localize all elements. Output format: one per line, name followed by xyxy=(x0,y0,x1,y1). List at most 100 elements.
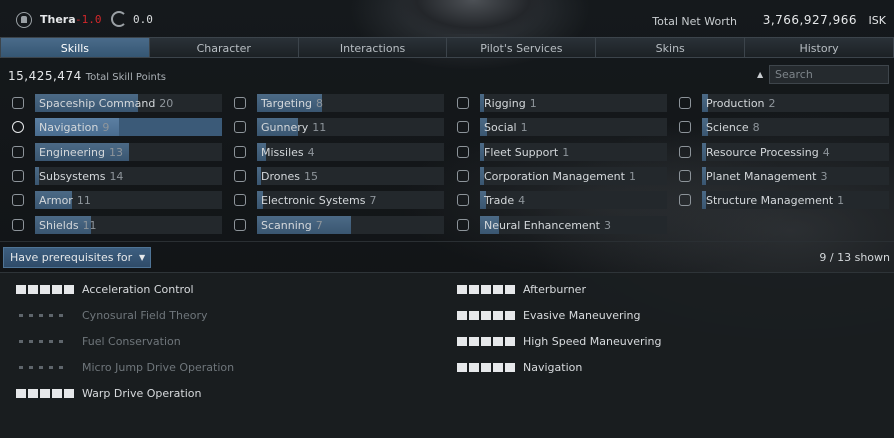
atom-icon xyxy=(10,144,26,160)
skill-level-indicator xyxy=(457,337,515,346)
drone-icon xyxy=(232,168,248,184)
skill-group-count: 3 xyxy=(603,218,611,232)
skill-group[interactable]: Structure Management 1 xyxy=(675,191,889,210)
skill-group[interactable]: Trade 4 xyxy=(453,191,667,210)
system-name[interactable]: Thera xyxy=(40,13,76,26)
people-icon xyxy=(455,119,471,135)
tab-pilots-services[interactable]: Pilot's Services xyxy=(447,37,597,58)
skill-name: Navigation xyxy=(523,361,583,374)
skill-group-count: 8 xyxy=(316,97,324,110)
skill-group[interactable]: Armor 11 xyxy=(8,191,222,210)
structure-icon xyxy=(677,192,693,208)
skill-level-indicator xyxy=(19,314,63,317)
skill-group[interactable]: Planet Management 3 xyxy=(675,166,889,185)
factory-icon xyxy=(677,95,693,111)
skill-entry[interactable]: Acceleration Control xyxy=(16,282,376,298)
missile-icon xyxy=(232,144,248,160)
skill-name: Cynosural Field Theory xyxy=(82,309,208,322)
skill-group-count: 11 xyxy=(312,121,327,135)
rigging-icon xyxy=(455,95,471,111)
skill-group-count: 8 xyxy=(752,121,760,135)
skill-group-label: Engineering xyxy=(39,145,105,159)
skill-level-indicator xyxy=(457,311,515,320)
skill-group-label: Targeting xyxy=(261,97,313,110)
skill-group-label: Missiles xyxy=(261,145,304,159)
skill-group[interactable]: Subsystems 14 xyxy=(8,166,222,185)
skill-group-label: Science xyxy=(706,121,749,135)
brain-icon xyxy=(455,217,471,233)
skill-group[interactable]: Neural Enhancement 3 xyxy=(453,215,667,234)
prerequisites-filter-dropdown[interactable]: Have prerequisites for ▼ xyxy=(3,247,152,268)
skill-group[interactable]: Missiles 4 xyxy=(230,142,444,161)
skill-group[interactable]: Fleet Support 1 xyxy=(453,142,667,161)
skill-group-label: Electronic Systems xyxy=(261,194,366,208)
tab-skins[interactable]: Skins xyxy=(596,37,746,58)
security-status: -1.0 xyxy=(75,13,102,26)
skill-entry[interactable]: Micro Jump Drive Operation xyxy=(16,360,376,376)
total-skill-points-label: Total Skill Points xyxy=(85,72,166,83)
skill-group-label: Shields xyxy=(39,218,79,232)
corp-icon xyxy=(455,168,471,184)
skill-name: Acceleration Control xyxy=(82,283,194,296)
skill-group[interactable]: Navigation 9 xyxy=(8,118,222,137)
helm-icon xyxy=(10,119,26,135)
total-skill-points-value: 15,425,474 xyxy=(8,69,82,83)
skill-group[interactable]: Spaceship Command 20 xyxy=(8,94,222,112)
skill-group-label: Structure Management xyxy=(706,194,834,208)
skill-group-label: Planet Management xyxy=(706,169,817,183)
tab-character[interactable]: Character xyxy=(149,37,299,58)
skill-group-label: Resource Processing xyxy=(706,145,819,159)
tab-interactions[interactable]: Interactions xyxy=(298,37,448,58)
skill-group[interactable]: Science 8 xyxy=(675,118,889,137)
tab-history[interactable]: History xyxy=(745,37,894,58)
skill-group-count: 1 xyxy=(529,97,537,110)
skill-name: Micro Jump Drive Operation xyxy=(82,361,235,374)
skill-group[interactable]: Production 2 xyxy=(675,94,889,112)
security-gauge-value: 0.0 xyxy=(133,13,153,26)
skill-group[interactable]: Resource Processing 4 xyxy=(675,142,889,161)
skill-group-count: 1 xyxy=(628,169,636,183)
skill-group-label: Navigation xyxy=(39,121,99,135)
net-worth-currency: ISK xyxy=(868,14,886,27)
skill-group[interactable]: Corporation Management 1 xyxy=(453,166,667,185)
sort-arrow-icon[interactable]: ▲ xyxy=(757,70,763,79)
skill-group[interactable]: Shields 11 xyxy=(8,215,222,234)
skill-group-count: 14 xyxy=(109,169,124,183)
skill-entry[interactable]: Warp Drive Operation xyxy=(16,386,376,402)
skill-group-label: Social xyxy=(484,121,517,135)
skill-group[interactable]: Drones 15 xyxy=(230,166,444,185)
shield-icon xyxy=(10,217,26,233)
skill-group-count: 15 xyxy=(303,169,318,183)
skill-group-count: 4 xyxy=(518,194,526,208)
ship-icon xyxy=(10,95,26,111)
chart-icon xyxy=(455,192,471,208)
security-gauge-icon xyxy=(111,11,127,27)
skill-group[interactable]: Scanning 7 xyxy=(230,215,444,234)
skill-group[interactable]: Engineering 13 xyxy=(8,142,222,161)
skill-group-label: Spaceship Command xyxy=(39,97,156,110)
total-skill-points: 15,425,474 Total Skill Points xyxy=(8,69,166,83)
skill-level-indicator xyxy=(19,340,63,343)
skill-group[interactable]: Rigging 1 xyxy=(453,94,667,112)
skill-group[interactable]: Gunnery 11 xyxy=(230,118,444,137)
chip-icon xyxy=(232,192,248,208)
skill-group[interactable]: Electronic Systems 7 xyxy=(230,191,444,210)
crosshair-icon xyxy=(232,95,248,111)
skill-group-label: Gunnery xyxy=(261,121,309,135)
tab-skills[interactable]: Skills xyxy=(0,37,150,58)
skill-entry[interactable]: Navigation xyxy=(457,360,817,376)
skill-group-label: Subsystems xyxy=(39,169,106,183)
skill-level-indicator xyxy=(16,285,74,294)
skill-group-count: 11 xyxy=(82,218,97,232)
skill-group-count: 7 xyxy=(369,194,377,208)
skill-group[interactable]: Social 1 xyxy=(453,118,667,137)
skill-group-label: Rigging xyxy=(484,97,526,110)
search-input[interactable] xyxy=(769,65,889,84)
skill-entry[interactable]: High Speed Maneuvering xyxy=(457,334,817,350)
skill-entry[interactable]: Cynosural Field Theory xyxy=(16,308,376,324)
skill-entry[interactable]: Evasive Maneuvering xyxy=(457,308,817,324)
skill-entry[interactable]: Afterburner xyxy=(457,282,817,298)
skill-entry[interactable]: Fuel Conservation xyxy=(16,334,376,350)
skill-group[interactable]: Targeting 8 xyxy=(230,94,444,112)
bullet-icon xyxy=(232,119,248,135)
